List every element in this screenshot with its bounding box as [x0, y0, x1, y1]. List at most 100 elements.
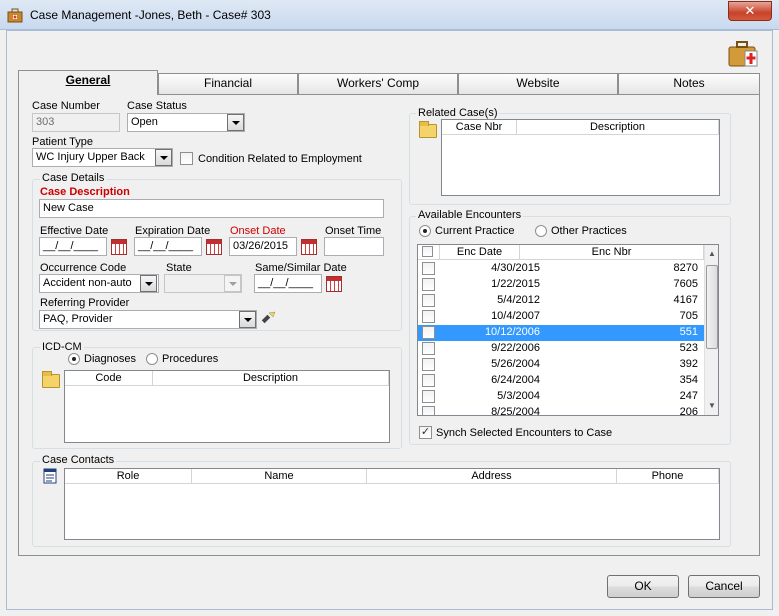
contacts-col-address[interactable]: Address	[367, 469, 617, 484]
row-checkbox[interactable]	[422, 262, 435, 275]
row-checkbox[interactable]	[422, 342, 435, 355]
case-number-label: Case Number	[32, 100, 100, 112]
same-similar-date-calendar-icon[interactable]	[326, 276, 342, 292]
icd-col-code[interactable]: Code	[65, 371, 153, 386]
icd-col-description[interactable]: Description	[153, 371, 389, 386]
diagnoses-radio[interactable]	[68, 353, 80, 365]
tab-financial[interactable]: Financial	[158, 73, 298, 94]
table-row[interactable]: 8/25/2004 206	[418, 405, 704, 416]
available-encounters-title: Available Encounters	[416, 209, 524, 221]
case-number-field: 303	[32, 113, 120, 132]
enc-nbr: 705	[679, 310, 698, 322]
row-checkbox[interactable]	[422, 390, 435, 403]
current-practice-radio[interactable]	[419, 225, 431, 237]
related-col-case-nbr[interactable]: Case Nbr	[442, 120, 517, 135]
case-status-dropdown-button[interactable]	[227, 114, 244, 131]
contacts-col-name[interactable]: Name	[192, 469, 367, 484]
enc-nbr: 7605	[673, 278, 698, 290]
table-row[interactable]: 1/22/2015 7605	[418, 277, 704, 293]
patient-type-dropdown-button[interactable]	[155, 149, 172, 166]
flashlight-icon[interactable]	[260, 310, 276, 326]
row-checkbox[interactable]	[422, 278, 435, 291]
referring-provider-dropdown-button[interactable]	[239, 311, 256, 328]
tab-workers-comp[interactable]: Workers' Comp	[298, 73, 458, 94]
window-title: Case Management -Jones, Beth - Case# 303	[30, 8, 271, 22]
effective-date-calendar-icon[interactable]	[111, 239, 127, 255]
scroll-down-icon[interactable]: ▼	[705, 399, 718, 413]
same-similar-date-label: Same/Similar Date	[255, 262, 347, 274]
other-practices-radio[interactable]	[535, 225, 547, 237]
related-col-description[interactable]: Description	[517, 120, 719, 135]
contacts-col-phone[interactable]: Phone	[617, 469, 719, 484]
patient-type-select[interactable]: WC Injury Upper Back	[32, 148, 173, 167]
row-checkbox[interactable]	[422, 358, 435, 371]
row-checkbox[interactable]	[422, 326, 435, 339]
row-checkbox[interactable]	[422, 310, 435, 323]
onset-time-input[interactable]	[324, 237, 384, 256]
scroll-up-icon[interactable]: ▲	[705, 247, 718, 261]
encounters-list[interactable]: Enc Date Enc Nbr 4/30/2015 8270 1/22/2015…	[417, 244, 719, 416]
table-row[interactable]: 10/4/2007 705	[418, 309, 704, 325]
open-folder-icon[interactable]	[42, 371, 60, 388]
select-all-checkbox[interactable]	[422, 246, 433, 257]
scroll-thumb[interactable]	[706, 265, 718, 349]
tab-notes[interactable]: Notes	[618, 73, 760, 94]
same-similar-date-input[interactable]: __/__/____	[254, 274, 322, 293]
effective-date-label: Effective Date	[40, 225, 109, 237]
case-contacts-list[interactable]: Role Name Address Phone	[64, 468, 720, 540]
contacts-col-role[interactable]: Role	[65, 469, 192, 484]
medical-briefcase-icon[interactable]	[727, 38, 759, 68]
expiration-date-input[interactable]: __/__/____	[134, 237, 202, 256]
onset-date-calendar-icon[interactable]	[301, 239, 317, 255]
related-open-folder-icon[interactable]	[419, 121, 437, 138]
notepad-icon[interactable]	[42, 468, 58, 484]
case-description-label: Case Description	[40, 186, 130, 198]
condition-employment-checkbox[interactable]	[180, 152, 193, 165]
table-row[interactable]: 5/3/2004 247	[418, 389, 704, 405]
related-cases-title: Related Case(s)	[416, 107, 500, 119]
table-row[interactable]: 4/30/2015 8270	[418, 261, 704, 277]
onset-time-label: Onset Time	[325, 225, 382, 237]
enc-date: 6/24/2004	[491, 374, 540, 386]
enc-nbr: 4167	[673, 294, 698, 306]
icd-cm-title: ICD-CM	[40, 341, 84, 353]
enc-date: 8/25/2004	[491, 406, 540, 416]
icd-code-list[interactable]: Code Description	[64, 370, 390, 443]
related-cases-list[interactable]: Case Nbr Description	[441, 119, 720, 196]
row-checkbox[interactable]	[422, 374, 435, 387]
enc-date: 5/3/2004	[497, 390, 540, 402]
close-button[interactable]: ✕	[728, 1, 772, 21]
occurrence-code-label: Occurrence Code	[40, 262, 127, 274]
effective-date-input[interactable]: __/__/____	[39, 237, 107, 256]
table-row[interactable]: 5/26/2004 392	[418, 357, 704, 373]
onset-date-input[interactable]: 03/26/2015	[229, 237, 297, 256]
table-row[interactable]: 9/22/2006 523	[418, 341, 704, 357]
enc-date: 10/4/2007	[491, 310, 540, 322]
referring-provider-select[interactable]: PAQ, Provider	[39, 310, 257, 329]
encounters-col-nbr[interactable]: Enc Nbr	[520, 245, 704, 260]
ok-button[interactable]: OK	[607, 575, 679, 598]
case-description-input[interactable]: New Case	[39, 199, 384, 218]
encounters-col-date[interactable]: Enc Date	[440, 245, 520, 260]
procedures-radio[interactable]	[146, 353, 158, 365]
state-label: State	[166, 262, 192, 274]
synch-encounters-checkbox[interactable]: ✓	[419, 426, 432, 439]
table-row[interactable]: 6/24/2004 354	[418, 373, 704, 389]
row-checkbox[interactable]	[422, 406, 435, 415]
expiration-date-calendar-icon[interactable]	[206, 239, 222, 255]
row-checkbox[interactable]	[422, 294, 435, 307]
tab-website[interactable]: Website	[458, 73, 618, 94]
table-row-selected[interactable]: 10/12/2006 551	[418, 325, 704, 341]
enc-nbr: 392	[679, 358, 698, 370]
diagnoses-label: Diagnoses	[84, 353, 136, 365]
enc-nbr: 354	[679, 374, 698, 386]
encounters-scrollbar[interactable]: ▲ ▼	[704, 245, 718, 415]
enc-date: 9/22/2006	[491, 342, 540, 354]
table-row[interactable]: 5/4/2012 4167	[418, 293, 704, 309]
enc-nbr: 551	[679, 326, 698, 338]
cancel-button[interactable]: Cancel	[688, 575, 760, 598]
encounters-col-select[interactable]	[418, 245, 440, 260]
tab-general[interactable]: General	[18, 70, 158, 95]
occurrence-code-dropdown-button[interactable]	[140, 275, 157, 292]
referring-provider-label: Referring Provider	[40, 297, 130, 309]
